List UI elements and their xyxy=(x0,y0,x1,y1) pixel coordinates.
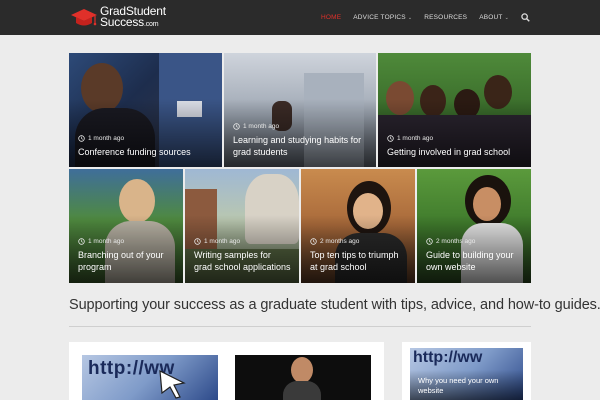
post-title[interactable]: Top ten tips to triumph at grad school xyxy=(310,250,407,273)
post-time: 1 month ago xyxy=(88,238,125,245)
speaker-photo xyxy=(283,381,321,400)
post-time: 1 month ago xyxy=(88,135,125,142)
clock-icon xyxy=(426,238,433,245)
sidebar-widget-card: http://ww Why you need your own website xyxy=(402,342,531,400)
post-date: 2 months ago xyxy=(426,238,475,245)
url-text: http://ww xyxy=(413,349,483,366)
divider xyxy=(69,326,531,327)
post-time: 2 months ago xyxy=(436,238,476,245)
post-time: 1 month ago xyxy=(204,238,241,245)
nav-item-about[interactable]: ABOUT ⌄ xyxy=(479,14,509,21)
post-date: 1 month ago xyxy=(194,238,240,245)
post-date: 1 month ago xyxy=(78,135,124,142)
site-logo[interactable]: GradStudent Success.com xyxy=(71,5,166,30)
featured-post-tile[interactable]: 1 month ago Conference funding sources xyxy=(69,53,222,167)
post-date: 2 months ago xyxy=(310,238,359,245)
post-date: 1 month ago xyxy=(78,238,124,245)
main-nav: HOME ADVICE TOPICS ⌄ RESOURCES ABOUT ⌄ xyxy=(309,0,530,35)
nav-item-advice-topics[interactable]: ADVICE TOPICS ⌄ xyxy=(353,14,412,21)
post-title[interactable]: Writing samples for grad school applicat… xyxy=(194,250,291,273)
featured-post-tile[interactable]: 2 months ago Top ten tips to triumph at … xyxy=(301,169,415,283)
logo-line2: Success xyxy=(100,15,144,29)
logo-suffix: .com xyxy=(143,21,159,28)
speaker-photo xyxy=(291,357,313,383)
graduation-cap-icon xyxy=(71,9,97,26)
post-title[interactable]: Guide to building your own website xyxy=(426,250,523,273)
featured-post-tile[interactable]: 2 months ago Guide to building your own … xyxy=(417,169,531,283)
post-grid-card: http://ww xyxy=(69,342,384,400)
logo-text: GradStudent Success.com xyxy=(100,5,166,30)
featured-post-tile[interactable]: 1 month ago Writing samples for grad sch… xyxy=(185,169,299,283)
nav-item-resources[interactable]: RESOURCES xyxy=(424,14,467,21)
post-thumbnail[interactable] xyxy=(235,355,371,400)
nav-label: RESOURCES xyxy=(424,14,468,21)
post-title[interactable]: Why you need your own website xyxy=(418,376,518,396)
chevron-down-icon: ⌄ xyxy=(407,14,413,21)
clock-icon xyxy=(233,123,240,130)
nav-label: ADVICE TOPICS xyxy=(353,14,406,21)
cursor-arrow-icon xyxy=(159,369,186,399)
clock-icon xyxy=(194,238,201,245)
post-title[interactable]: Branching out of your program xyxy=(78,250,175,273)
nav-item-home[interactable]: HOME xyxy=(321,14,341,21)
chevron-down-icon: ⌄ xyxy=(504,14,509,21)
post-date: 1 month ago xyxy=(233,123,279,130)
featured-post-tile[interactable]: 1 month ago Getting involved in grad sch… xyxy=(378,53,531,167)
post-date: 1 month ago xyxy=(387,135,433,142)
clock-icon xyxy=(78,238,85,245)
site-header: GradStudent Success.com HOME ADVICE TOPI… xyxy=(0,0,600,35)
featured-post-tile[interactable]: 1 month ago Branching out of your progra… xyxy=(69,169,183,283)
post-time: 1 month ago xyxy=(243,123,280,130)
clock-icon xyxy=(78,135,85,142)
clock-icon xyxy=(387,135,394,142)
post-title[interactable]: Conference funding sources xyxy=(78,147,214,159)
post-title[interactable]: Learning and studying habits for grad st… xyxy=(233,135,368,158)
post-time: 1 month ago xyxy=(397,135,434,142)
nav-label: HOME xyxy=(320,14,342,21)
post-time: 2 months ago xyxy=(320,238,360,245)
post-thumbnail[interactable]: http://ww xyxy=(82,355,218,400)
clock-icon xyxy=(310,238,317,245)
post-thumbnail[interactable]: http://ww Why you need your own website xyxy=(410,348,523,400)
featured-post-tile[interactable]: 1 month ago Learning and studying habits… xyxy=(224,53,376,167)
nav-label: ABOUT xyxy=(479,14,503,21)
post-title[interactable]: Getting involved in grad school xyxy=(387,147,523,159)
site-tagline: Supporting your success as a graduate st… xyxy=(69,297,600,313)
search-icon[interactable] xyxy=(521,13,530,22)
